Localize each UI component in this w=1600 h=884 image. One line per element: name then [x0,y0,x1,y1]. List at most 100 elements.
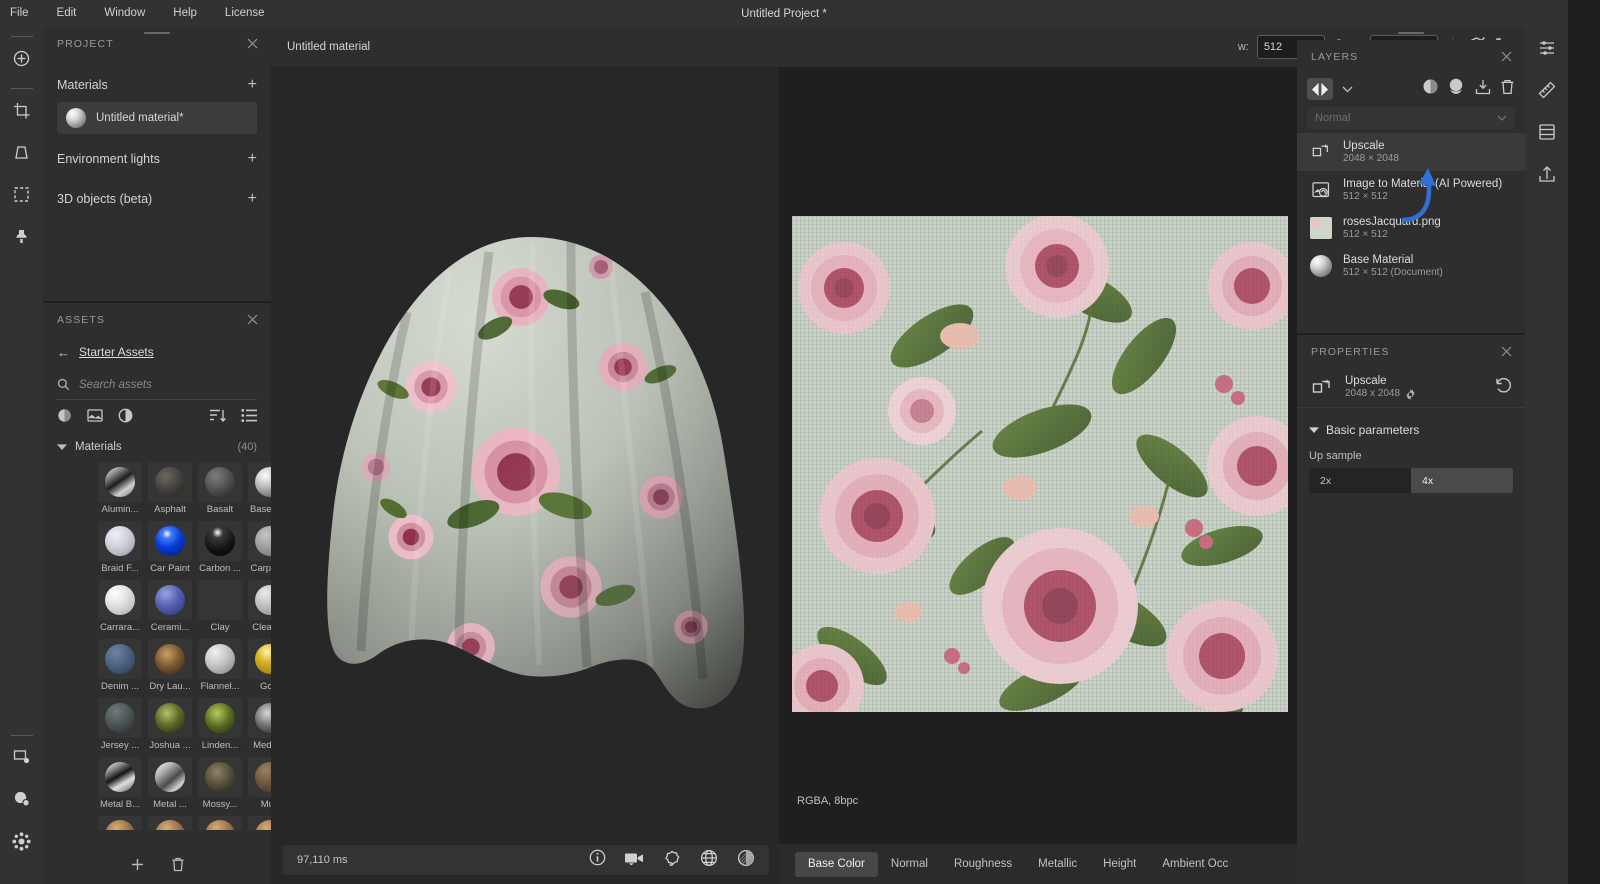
ruler-panel-button[interactable] [1525,69,1568,111]
asset-item[interactable]: Clay [198,580,242,633]
chevron-down-icon[interactable] [1342,86,1353,93]
export-panel-button[interactable] [1525,153,1568,195]
filters-filter-icon[interactable] [118,408,133,428]
upsample-option-2x[interactable]: 2x [1309,468,1411,493]
starter-assets-link[interactable]: Starter Assets [79,345,154,359]
assets-breadcrumb[interactable]: ← Starter Assets [43,340,271,364]
sort-icon[interactable] [209,408,226,428]
sliders-panel-button[interactable] [1525,27,1568,69]
menu-item-license[interactable]: License [211,0,279,27]
asset-item[interactable]: Cerami... [148,580,192,633]
viewport-3d[interactable]: 97,110 ms [271,67,779,884]
asset-item[interactable]: Braid F... [98,521,142,574]
tab-ambient-occlusion[interactable]: Ambient Occ [1149,852,1241,877]
list-view-icon[interactable] [241,408,257,428]
images-filter-icon[interactable] [87,408,103,428]
layer-name: Image to Material (AI Powered) [1343,177,1502,191]
selection-tool-button[interactable] [0,173,43,215]
chevron-down-icon [1309,426,1319,434]
add-object-button[interactable]: + [248,191,257,207]
assets-search[interactable]: Search assets [57,370,257,400]
tab-roughness[interactable]: Roughness [941,852,1025,877]
assets-grid: Alumin...AsphaltBasaltBase M...Braid F..… [43,458,271,830]
asset-item[interactable]: Asphalt [148,462,192,515]
adjustment-icon[interactable] [1422,78,1439,100]
layer-row[interactable]: Upscale2048 × 2048 [1297,133,1525,171]
menu-item-file[interactable]: File [0,0,43,27]
close-icon[interactable] [245,312,260,327]
tab-base-color[interactable]: Base Color [795,852,878,877]
asset-item[interactable]: Metal B... [98,757,142,810]
layer-row[interactable]: Base Material512 × 512 (Document) [1297,247,1525,285]
delete-icon[interactable] [1500,79,1515,100]
upsample-option-4x[interactable]: 4x [1411,468,1513,493]
material-sphere-icon[interactable] [737,849,755,872]
project-material-item[interactable]: Untitled material* [57,102,257,134]
add-asset-button[interactable] [130,857,145,877]
asset-label: Linden... [198,740,242,751]
layers-toolbar [1297,73,1525,105]
asset-thumbnail [98,639,142,679]
info-icon[interactable] [589,849,606,871]
assets-category-header[interactable]: Materials (40) [43,436,271,458]
add-tool-button[interactable] [0,37,43,79]
perspective-tool-button[interactable] [0,131,43,173]
asset-item[interactable]: Alumin... [98,462,142,515]
asset-item[interactable] [198,816,242,830]
back-arrow-icon[interactable]: ← [57,345,70,360]
close-icon[interactable] [1499,344,1514,359]
asset-item[interactable]: Carrara... [98,580,142,633]
asset-thumbnail [148,816,192,830]
asset-item[interactable]: Denim ... [98,639,142,692]
asset-item[interactable]: Jersey ... [98,698,142,751]
close-icon[interactable] [245,36,260,51]
compare-toggle-icon[interactable] [1307,78,1333,100]
layers-panel-button[interactable] [1525,111,1568,153]
asset-item[interactable]: Joshua ... [148,698,192,751]
delete-asset-button[interactable] [171,857,185,877]
asset-item[interactable]: Mossy... [198,757,242,810]
tab-normal[interactable]: Normal [878,852,941,877]
material-settings-button[interactable] [0,778,43,820]
gear-icon[interactable] [1405,389,1416,400]
globe-icon[interactable] [700,849,718,872]
layer-row[interactable]: rosesJacquard.png512 × 512 [1297,209,1525,247]
asset-item[interactable]: Metal ... [148,757,192,810]
import-icon[interactable] [1475,79,1491,100]
texture-canvas[interactable] [792,216,1288,712]
menu-item-window[interactable]: Window [90,0,159,27]
asset-item[interactable]: Flannel... [198,639,242,692]
crop-tool-button[interactable] [0,89,43,131]
materials-filter-icon[interactable] [57,408,72,428]
light-icon[interactable] [663,850,681,871]
material-tab-label[interactable]: Untitled material [271,27,779,67]
assets-category-count: (40) [237,441,257,453]
asset-item[interactable] [98,816,142,830]
close-icon[interactable] [1499,49,1514,64]
filter-icon[interactable] [1448,78,1466,100]
add-material-button[interactable]: + [248,77,257,93]
asset-item[interactable]: Dry Lau... [148,639,192,692]
render-settings-button[interactable] [0,736,43,778]
tab-height[interactable]: Height [1090,852,1149,877]
basic-parameters-section[interactable]: Basic parameters [1297,416,1525,444]
tab-metallic[interactable]: Metallic [1025,852,1090,877]
node-graph-button[interactable] [0,820,43,862]
layers-panel-title: LAYERS [1311,51,1358,63]
camera-icon[interactable] [625,851,644,870]
asset-item[interactable] [148,816,192,830]
blend-mode-select[interactable]: Normal [1307,107,1515,129]
asset-item[interactable]: Car Paint [148,521,192,574]
reset-icon[interactable] [1495,377,1513,398]
layer-row[interactable]: Image to Material (AI Powered)512 × 512 [1297,171,1525,209]
panel-grip[interactable] [1398,32,1424,34]
asset-item[interactable]: Carbon ... [198,521,242,574]
asset-item[interactable]: Linden... [198,698,242,751]
menu-item-help[interactable]: Help [159,0,211,27]
asset-item[interactable]: Basalt [198,462,242,515]
add-environment-light-button[interactable]: + [248,151,257,167]
cloth-3d-render [271,67,779,847]
search-input-placeholder[interactable]: Search assets [79,379,152,391]
clone-stamp-tool-button[interactable] [0,215,43,257]
menu-item-edit[interactable]: Edit [43,0,91,27]
